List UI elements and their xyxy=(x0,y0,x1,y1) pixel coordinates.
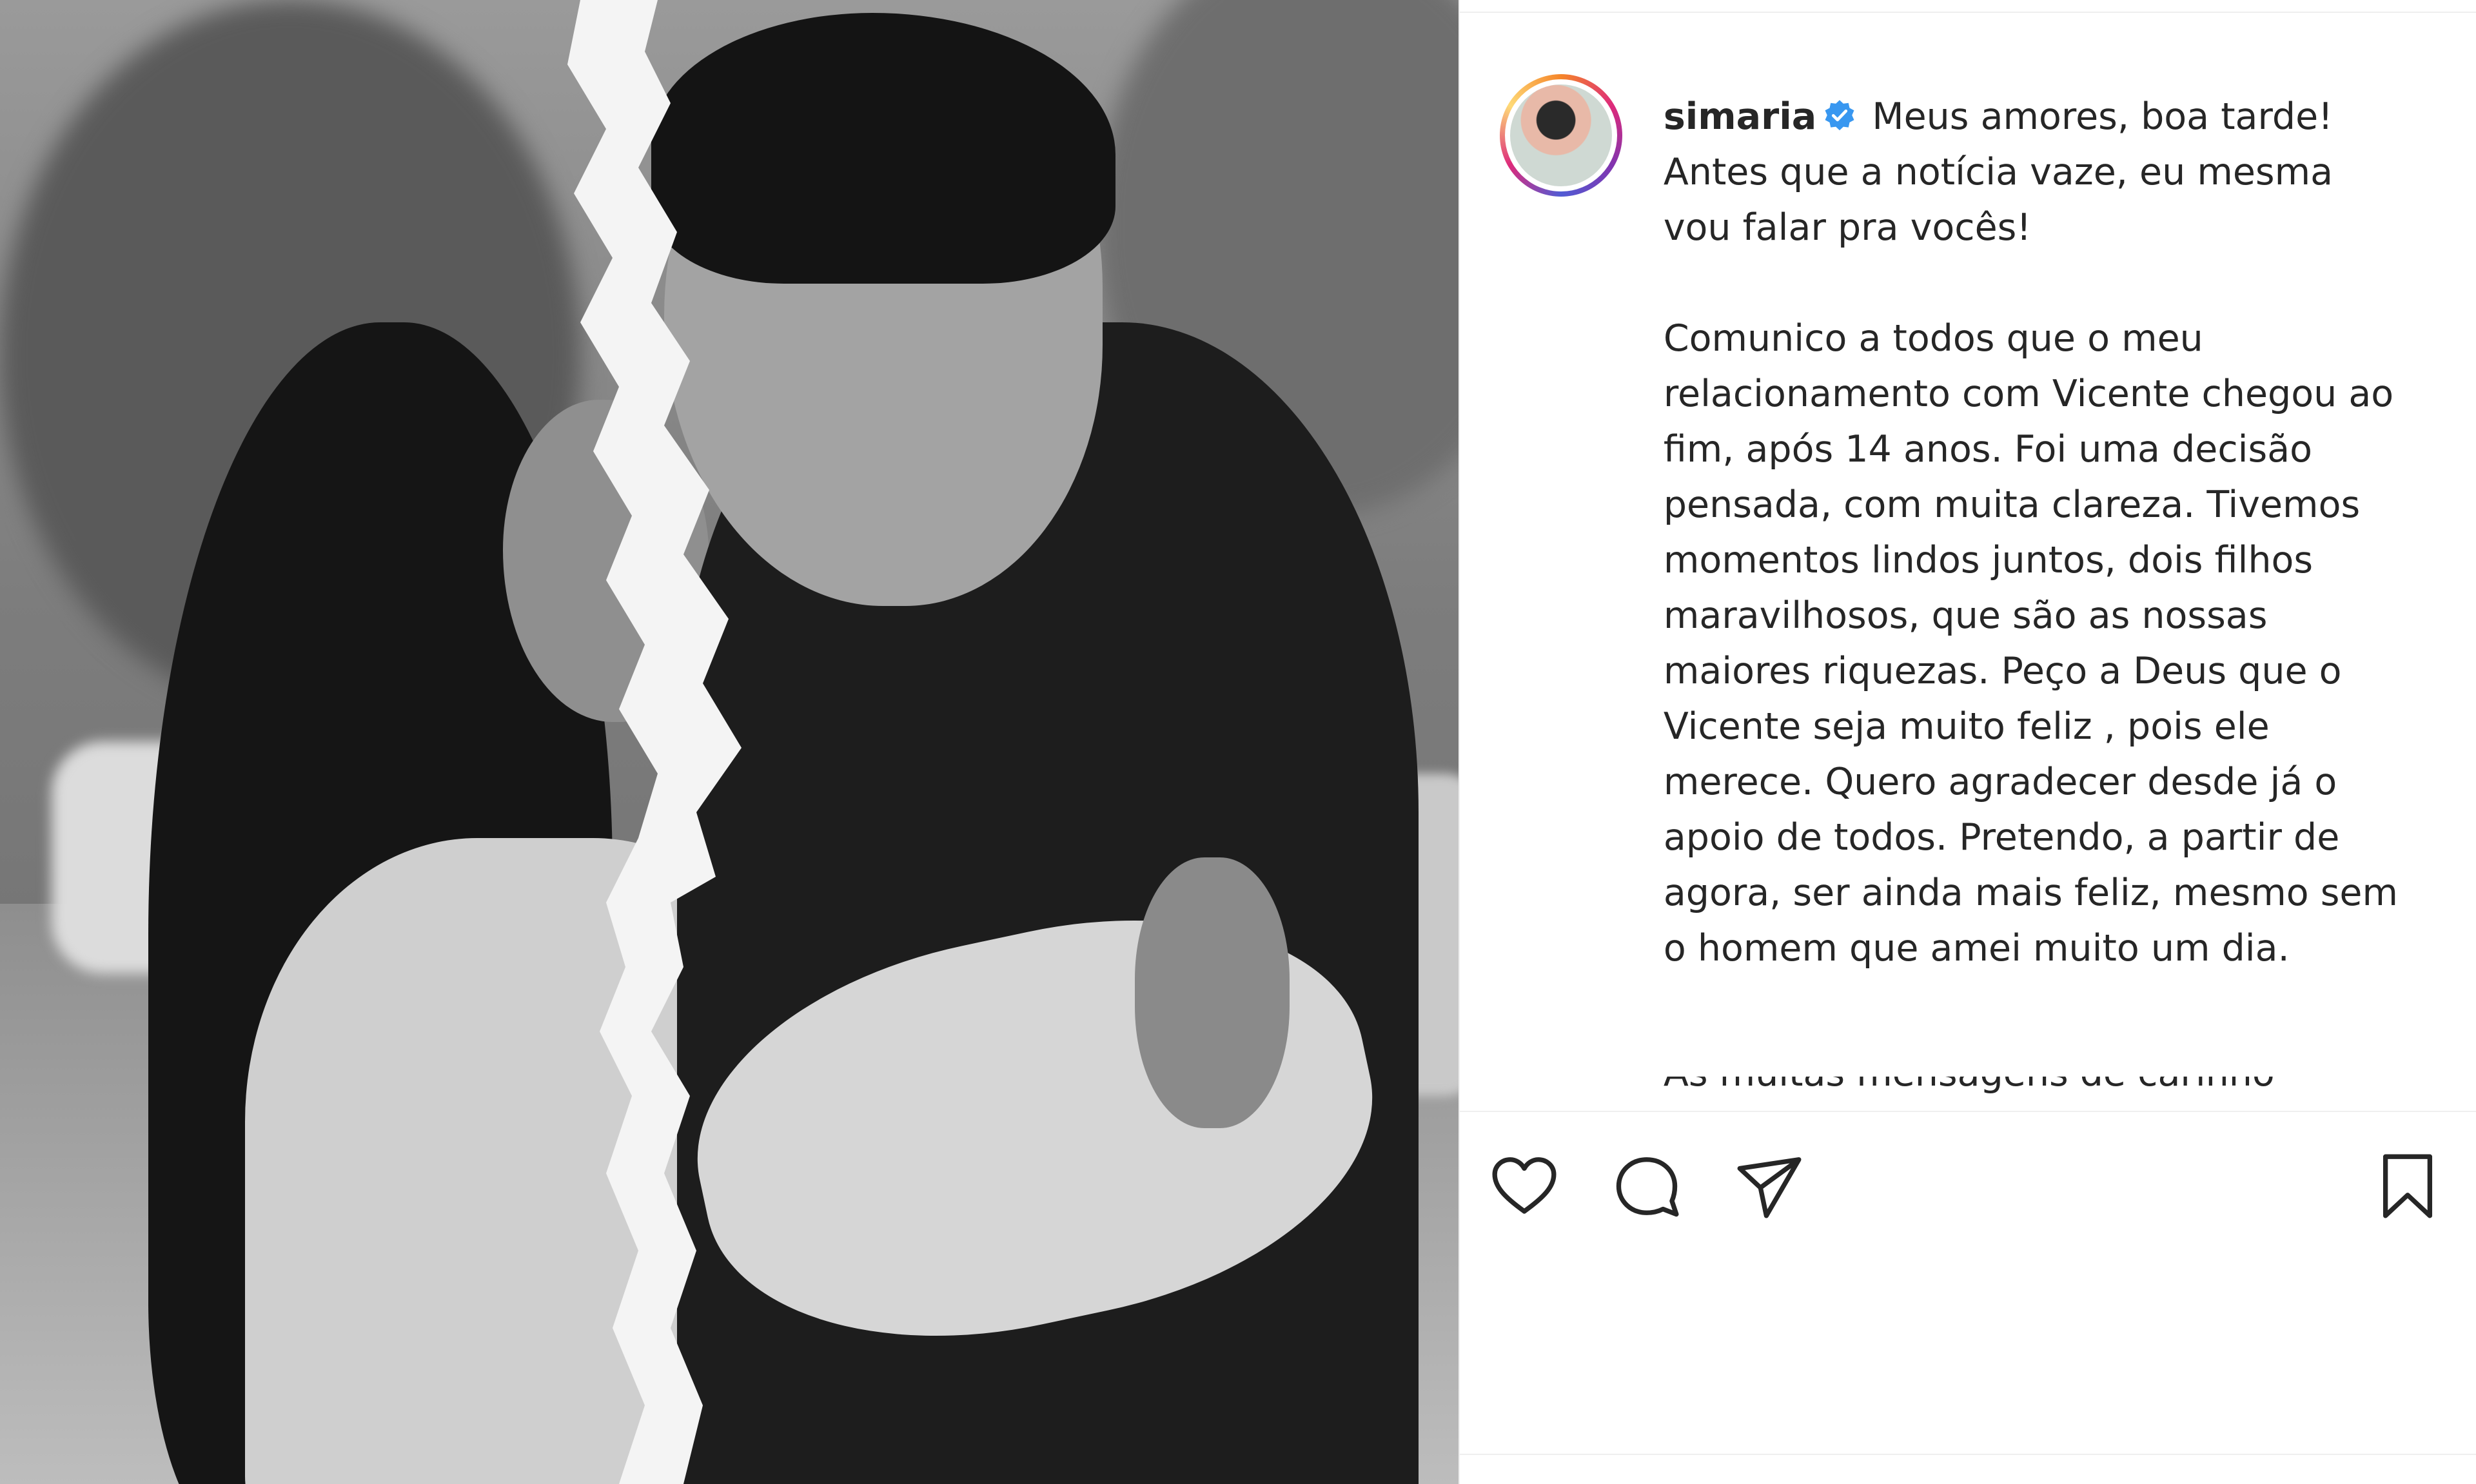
caption-cut-text: As muitas mensagens de carinho xyxy=(1664,1077,2275,1095)
comment-button[interactable] xyxy=(1608,1147,1685,1225)
avatar[interactable] xyxy=(1499,74,1622,197)
caption-paragraph-1: simaria Meus amores, boa tarde! Antes qu… xyxy=(1664,89,2412,255)
post-side-panel: simaria Meus amores, boa tarde! Antes qu… xyxy=(1458,0,2476,1484)
like-button[interactable] xyxy=(1486,1147,1563,1225)
caption-cut-line: As muitas mensagens de carinho xyxy=(1664,1077,2412,1115)
share-button[interactable] xyxy=(1731,1147,1808,1225)
bookmark-icon xyxy=(2383,1154,2432,1218)
caption-paragraph-2: Comunico a todos que o meu relacionament… xyxy=(1663,317,2399,970)
divider xyxy=(1459,1111,2476,1112)
caption-paragraph-gap xyxy=(1664,255,2412,311)
instagram-post: simaria Meus amores, boa tarde! Antes qu… xyxy=(0,0,2476,1484)
post-caption: simaria Meus amores, boa tarde! Antes qu… xyxy=(1664,89,2412,976)
avatar-image xyxy=(1509,84,1612,186)
username-link[interactable]: simaria xyxy=(1664,95,1816,138)
heart-icon xyxy=(1492,1157,1557,1214)
torn-photo-effect xyxy=(567,0,742,1484)
save-button[interactable] xyxy=(2369,1147,2446,1225)
post-photo[interactable] xyxy=(0,0,1459,1484)
avatar-inner-ring xyxy=(1504,79,1617,191)
divider xyxy=(1459,12,2476,13)
divider xyxy=(1459,1454,2476,1455)
paper-plane-icon xyxy=(1737,1157,1802,1218)
verified-badge-icon xyxy=(1825,100,1854,131)
comment-icon xyxy=(1616,1157,1679,1217)
